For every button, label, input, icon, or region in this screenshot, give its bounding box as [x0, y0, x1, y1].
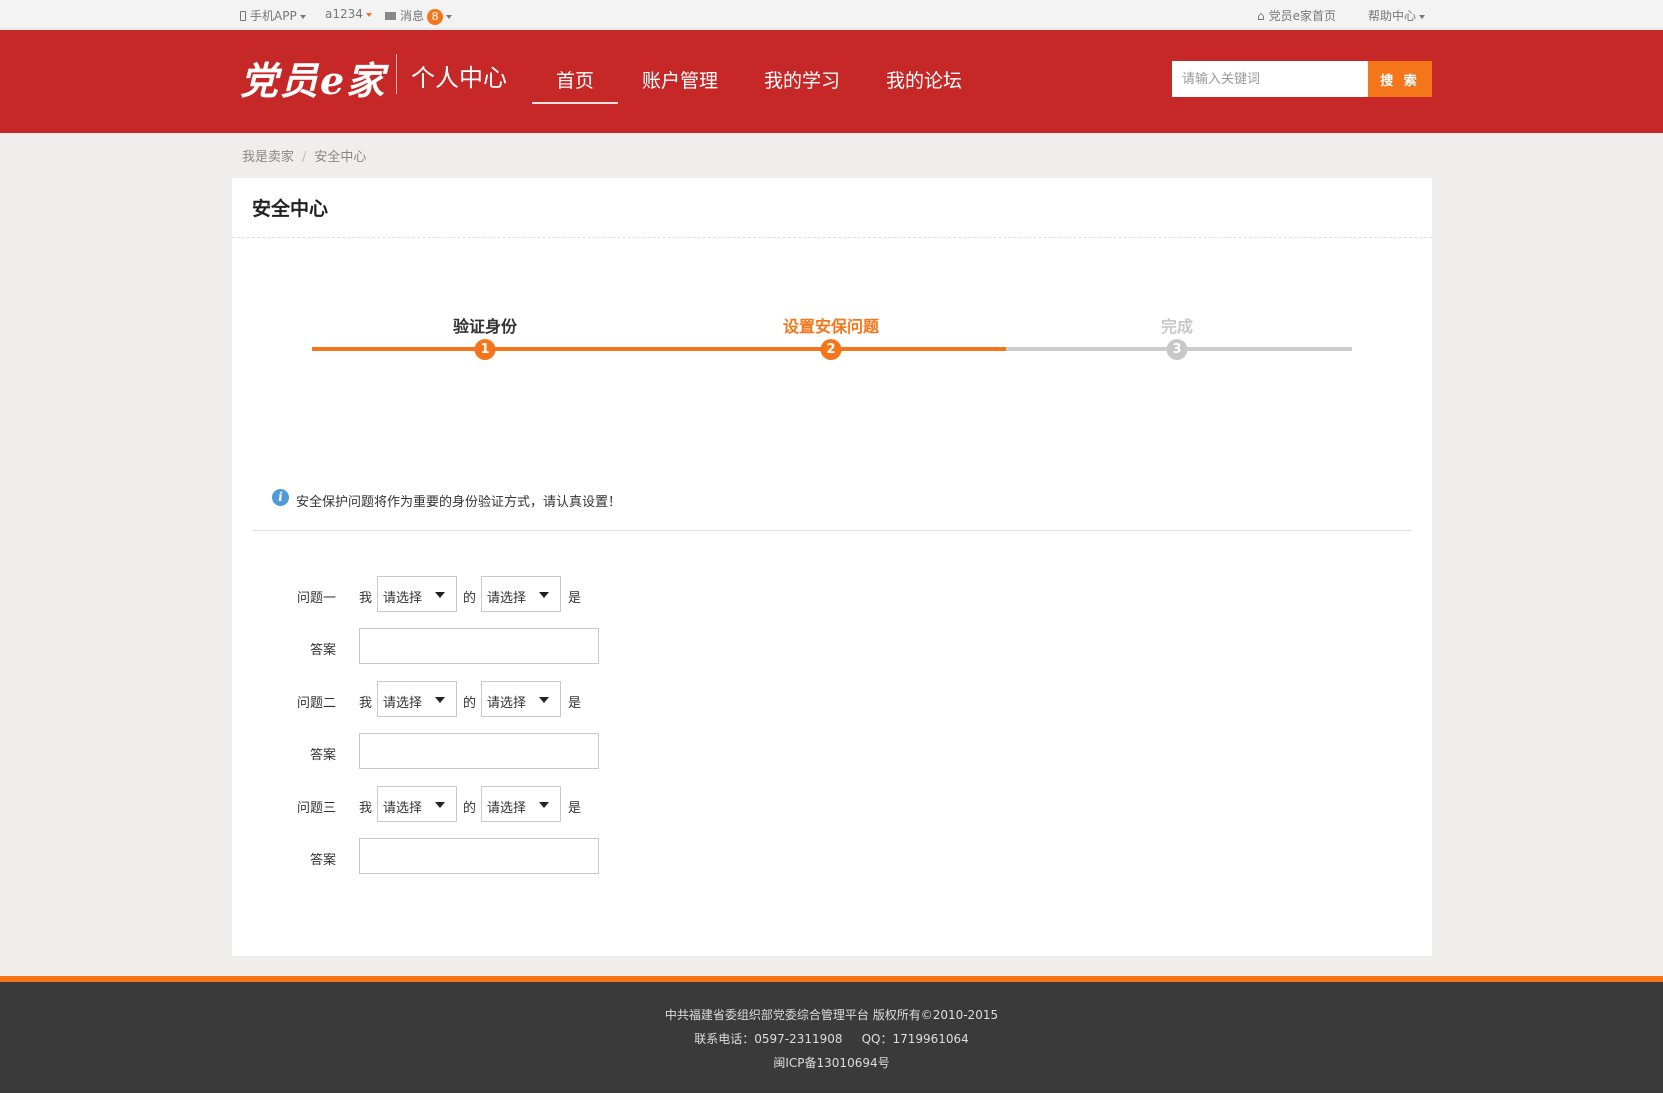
question-1-label: 问题一	[297, 591, 337, 606]
site-logo[interactable]: 党员e家	[240, 50, 386, 105]
home-icon: ⌂	[1257, 9, 1265, 23]
search-input[interactable]	[1172, 61, 1368, 97]
step-dot-3: 3	[1166, 339, 1188, 360]
answer-2-input[interactable]	[359, 733, 599, 769]
question-2-select-a[interactable]: 请选择	[377, 681, 457, 717]
question-3-label: 问题三	[297, 801, 337, 816]
question-3-word-me: 我	[359, 801, 373, 816]
breadcrumb-security-center: 安全中心	[314, 150, 367, 165]
nav-account-management[interactable]: 账户管理	[642, 66, 718, 93]
nav-my-forum[interactable]: 我的论坛	[886, 66, 962, 93]
breadcrumb: 我是卖家 / 安全中心	[242, 146, 366, 165]
answer-1-label: 答案	[310, 643, 337, 658]
chevron-down-icon	[1419, 14, 1426, 19]
top-utility-bar: 手机APP a1234 消息 8 ⌂ 党员e家首页 帮助中心	[0, 0, 1663, 29]
question-2-select-b[interactable]: 请选择	[481, 681, 561, 717]
section-divider	[252, 530, 1412, 531]
chevron-down-icon	[446, 14, 453, 19]
site-header: 党员e家 个人中心 首页 账户管理 我的学习 我的论坛 搜 索	[0, 30, 1663, 133]
security-center-panel: 安全中心 验证身份 设置安保问题 完成 1 2 3 i 安全保护问题将作为重要的…	[232, 178, 1432, 956]
step-label-complete: 完成	[1160, 317, 1194, 336]
answer-2-label: 答案	[310, 748, 337, 763]
answer-1-input[interactable]	[359, 628, 599, 664]
dropdown-caret-icon	[435, 592, 445, 598]
dropdown-caret-icon	[435, 802, 445, 808]
home-link[interactable]: ⌂ 党员e家首页	[1257, 7, 1336, 24]
dropdown-caret-icon	[539, 697, 549, 703]
chevron-down-icon	[365, 12, 372, 17]
step-label-verify: 验证身份	[452, 317, 518, 336]
answer-3-input[interactable]	[359, 838, 599, 874]
answer-3-label: 答案	[310, 853, 337, 868]
question-1-word-is: 是	[568, 591, 582, 606]
dropdown-caret-icon	[539, 802, 549, 808]
step-dot-2: 2	[820, 339, 842, 360]
question-2-word-is: 是	[568, 696, 582, 711]
header-subtitle: 个人中心	[411, 64, 507, 92]
chevron-down-icon	[299, 14, 306, 19]
footer-icp: 闽ICP备13010694号	[773, 1056, 890, 1070]
breadcrumb-separator: /	[302, 150, 307, 165]
footer-contact: 联系电话：0597-2311908 QQ：1719961064	[694, 1032, 969, 1046]
mobile-app-menu[interactable]: 手机APP	[240, 7, 306, 24]
question-2-word-me: 我	[359, 696, 373, 711]
footer-copyright: 中共福建省委组织部党委综合管理平台 版权所有©2010-2015	[664, 1008, 999, 1022]
question-3-word-of: 的	[463, 801, 477, 816]
progress-bar-done	[312, 347, 1006, 351]
question-1-word-me: 我	[359, 591, 373, 606]
nav-active-indicator	[532, 102, 618, 104]
nav-my-study[interactable]: 我的学习	[764, 66, 840, 93]
search-button[interactable]: 搜 索	[1368, 61, 1432, 97]
messages-menu[interactable]: 消息 8	[385, 7, 453, 25]
nav-home[interactable]: 首页	[556, 66, 594, 93]
step-dot-1: 1	[474, 339, 496, 360]
breadcrumb-seller[interactable]: 我是卖家	[242, 150, 294, 165]
info-icon: i	[272, 489, 289, 506]
dropdown-caret-icon	[435, 697, 445, 703]
help-center-menu[interactable]: 帮助中心	[1368, 7, 1426, 24]
step-label-set-questions: 设置安保问题	[782, 317, 880, 336]
question-3-word-is: 是	[568, 801, 582, 816]
page-title: 安全中心	[252, 198, 329, 220]
title-divider	[232, 237, 1432, 238]
question-3-select-a[interactable]: 请选择	[377, 786, 457, 822]
info-notice: 安全保护问题将作为重要的身份验证方式，请认真设置！	[296, 495, 622, 510]
logo-divider	[396, 54, 397, 94]
question-2-label: 问题二	[297, 696, 337, 711]
question-3-select-b[interactable]: 请选择	[481, 786, 561, 822]
envelope-icon	[385, 12, 396, 20]
site-footer: 中共福建省委组织部党委综合管理平台 版权所有©2010-2015 联系电话：05…	[0, 982, 1663, 1093]
question-1-word-of: 的	[463, 591, 477, 606]
question-1-select-b[interactable]: 请选择	[481, 576, 561, 612]
user-menu[interactable]: a1234	[325, 7, 372, 21]
mobile-icon	[240, 11, 246, 21]
messages-count-badge: 8	[427, 9, 444, 25]
dropdown-caret-icon	[539, 592, 549, 598]
question-2-word-of: 的	[463, 696, 477, 711]
question-1-select-a[interactable]: 请选择	[377, 576, 457, 612]
